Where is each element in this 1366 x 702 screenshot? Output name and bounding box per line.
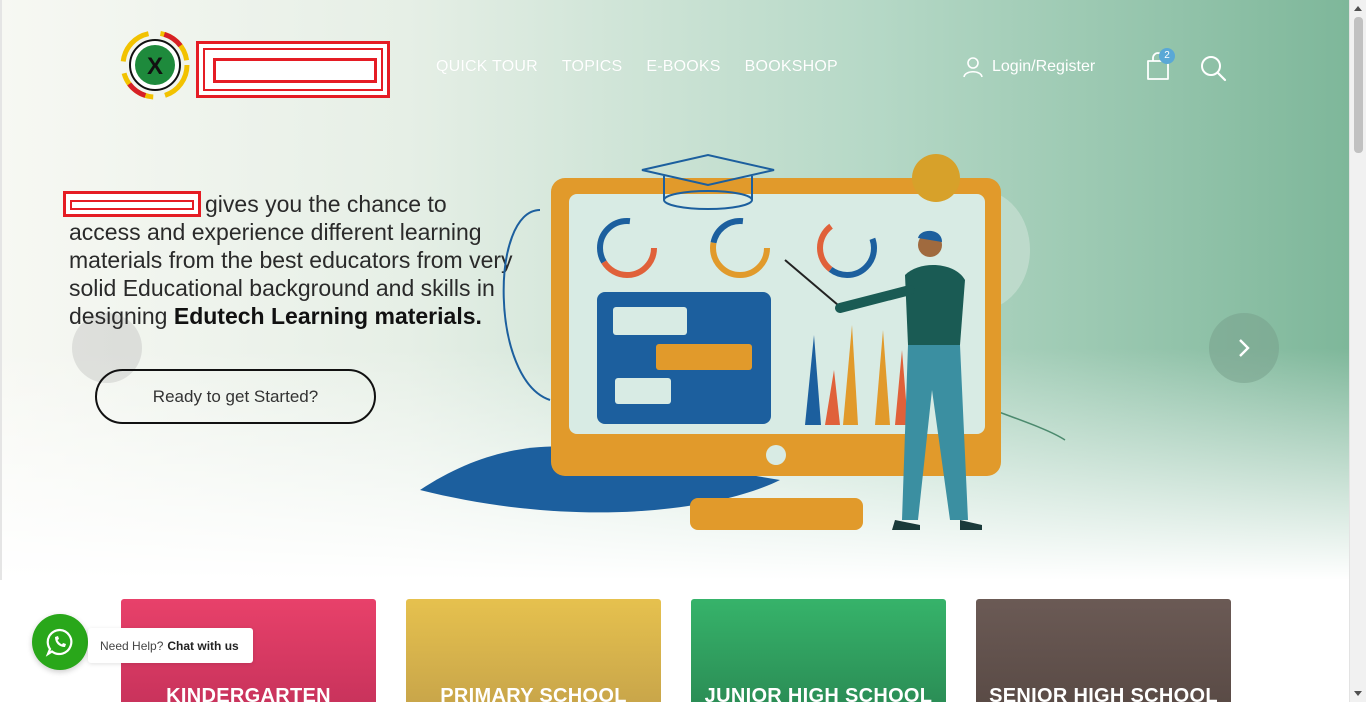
brand-name-inline-redacted: [63, 191, 201, 217]
login-label: Login/Register: [992, 58, 1096, 75]
scroll-down-arrow[interactable]: [1354, 691, 1362, 696]
nav-topics[interactable]: TOPICS: [562, 58, 622, 76]
chevron-right-icon: [1239, 339, 1250, 357]
svg-text:X: X: [147, 53, 163, 80]
chat-link: Chat with us: [167, 638, 239, 653]
scroll-thumb[interactable]: [1354, 17, 1363, 153]
whatsapp-chat-button[interactable]: [32, 614, 88, 670]
cart-button[interactable]: 2: [1145, 48, 1175, 82]
search-icon[interactable]: [1199, 54, 1227, 82]
card-junior-high-school[interactable]: JUNIOR HIGH SCHOOL: [691, 599, 946, 702]
card-label: JUNIOR HIGH SCHOOL: [704, 685, 933, 702]
slider-next-button[interactable]: [1209, 313, 1279, 383]
card-label: KINDERGARTEN: [166, 685, 331, 702]
main-nav: QUICK TOUR TOPICS E-BOOKS BOOKSHOP: [436, 58, 838, 76]
cart-count-badge: 2: [1159, 48, 1175, 64]
help-prefix: Need Help?: [100, 638, 164, 653]
whatsapp-icon: [45, 628, 73, 657]
card-senior-high-school[interactable]: SENIOR HIGH SCHOOL: [976, 599, 1231, 702]
nav-e-books[interactable]: E-BOOKS: [646, 58, 720, 76]
user-icon: [963, 57, 983, 78]
nav-bookshop[interactable]: BOOKSHOP: [745, 58, 838, 76]
site-header: X QUICK TOUR TOPICS E-BOOKS BOOKSHOP Log…: [0, 0, 1349, 136]
nav-quick-tour[interactable]: QUICK TOUR: [436, 58, 538, 76]
get-started-button[interactable]: Ready to get Started?: [95, 369, 376, 424]
brand-name-redacted: [196, 41, 390, 98]
scroll-up-arrow[interactable]: [1354, 6, 1362, 11]
page-scrollbar[interactable]: [1349, 0, 1366, 702]
site-logo[interactable]: X: [120, 30, 190, 100]
login-register-link[interactable]: Login/Register: [962, 56, 1095, 78]
hero-illustration: [420, 153, 1066, 530]
card-primary-school[interactable]: PRIMARY SCHOOL: [406, 599, 661, 702]
chat-help-bubble[interactable]: Need Help? Chat with us: [88, 628, 253, 663]
card-label: PRIMARY SCHOOL: [440, 685, 627, 702]
card-label: SENIOR HIGH SCHOOL: [989, 685, 1218, 702]
